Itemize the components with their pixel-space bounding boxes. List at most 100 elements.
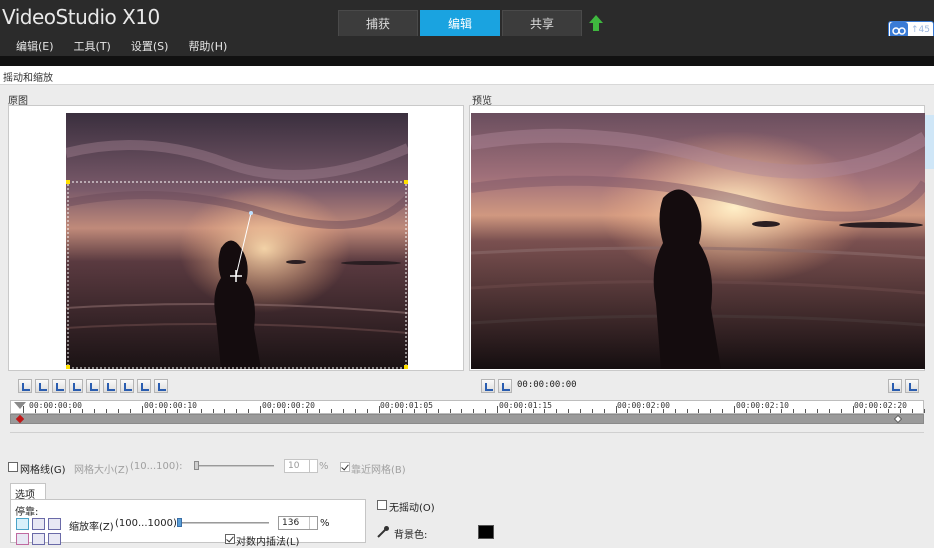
keyframe-track[interactable] <box>10 414 924 424</box>
ruler-tick <box>224 409 226 413</box>
next-keyframe-button[interactable] <box>154 379 168 393</box>
ruler-tick <box>651 409 653 413</box>
grid-checkbox[interactable] <box>8 462 18 472</box>
stop-position-tl[interactable] <box>16 518 29 530</box>
ruler-tick <box>129 409 131 413</box>
stop-position-ml[interactable] <box>16 533 29 545</box>
ruler-tick <box>923 409 925 413</box>
zoom-rate-slider[interactable] <box>177 522 269 524</box>
ruler-tick <box>425 409 427 413</box>
ruler-tick <box>342 409 344 413</box>
ruler-tick <box>212 409 214 413</box>
add-keyframe-button[interactable] <box>35 379 49 393</box>
ruler-tick <box>319 409 321 413</box>
menu-tools[interactable]: 工具(T) <box>74 38 111 54</box>
ruler-tick <box>449 409 451 413</box>
end-keyframe-marker[interactable] <box>893 414 903 424</box>
eyedropper-icon[interactable] <box>376 525 390 539</box>
grid-size-slider[interactable] <box>194 465 274 467</box>
ruler-tick <box>378 406 380 413</box>
ruler-tick <box>94 409 96 413</box>
menu-bar: 编辑(E) 工具(T) 设置(S) 帮助(H) <box>0 36 934 56</box>
ruler-tick <box>911 409 913 413</box>
grid-label: 网格线(G) <box>20 465 66 476</box>
preview-pane <box>469 105 925 371</box>
ruler-tick <box>864 409 866 413</box>
app-logo: VideoStudio X10 <box>2 5 160 29</box>
goto-start-button[interactable] <box>481 379 495 393</box>
ruler-tick <box>295 409 297 413</box>
stop-position-mc[interactable] <box>32 533 45 545</box>
ruler-tick <box>366 409 368 413</box>
ruler-tick <box>805 409 807 413</box>
ruler-tick <box>402 409 404 413</box>
tab-edit[interactable]: 编辑 <box>420 10 500 36</box>
ruler-tick <box>769 409 771 413</box>
goto-last-keyframe-button[interactable] <box>120 379 134 393</box>
ruler-label: 00:00:00:00 <box>29 401 82 410</box>
playback-controls-right <box>888 379 922 393</box>
ruler-tick <box>105 409 107 413</box>
ruler-tick <box>579 409 581 413</box>
goto-end-button[interactable] <box>905 379 919 393</box>
snap-to-grid-label: 靠近网格(B) <box>351 465 406 476</box>
ruler-tick <box>568 409 570 413</box>
ruler-tick <box>153 409 155 413</box>
ruler-tick <box>58 409 60 413</box>
play-button[interactable] <box>888 379 902 393</box>
ruler-tick <box>283 409 285 413</box>
tab-share[interactable]: 共享 <box>502 10 582 36</box>
stop-position-tr[interactable] <box>48 518 61 530</box>
timeline-ruler[interactable]: 00:00:00:00 00:00:00:10 00:00:00:20 00:0… <box>10 400 925 414</box>
tab-options[interactable]: 选项 <box>10 483 46 501</box>
ruler-tick <box>544 409 546 413</box>
ruler-tick <box>840 409 842 413</box>
grid-size-label: 网格大小(Z) <box>74 465 129 476</box>
ruler-tick <box>816 409 818 413</box>
prev-frame-button[interactable] <box>498 379 512 393</box>
goto-first-keyframe-button[interactable] <box>18 379 32 393</box>
playhead-marker[interactable] <box>14 402 26 409</box>
ruler-tick <box>437 409 439 413</box>
prev-keyframe-button[interactable] <box>137 379 151 393</box>
ruler-tick <box>710 409 712 413</box>
upload-arrow-icon[interactable] <box>588 14 604 32</box>
zoom-rate-range: (100...1000): <box>115 518 181 529</box>
ruler-tick <box>745 409 747 413</box>
move-right-button[interactable] <box>103 379 117 393</box>
start-keyframe-marker[interactable] <box>15 414 25 424</box>
preview-timecode: 00:00:00:00 <box>517 380 577 390</box>
menu-settings[interactable]: 设置(S) <box>131 38 169 54</box>
ruler-tick <box>627 409 629 413</box>
stop-position-mr[interactable] <box>48 533 61 545</box>
bg-color-label: 背景色: <box>394 530 428 541</box>
grid-size-slider-thumb[interactable] <box>194 461 199 470</box>
ruler-tick <box>165 409 167 413</box>
tab-capture[interactable]: 捕获 <box>338 10 418 36</box>
grid-size-input[interactable]: 10 <box>284 459 318 473</box>
menu-edit[interactable]: 编辑(E) <box>16 38 54 54</box>
ruler-tick <box>497 406 498 413</box>
reverse-keyframes-button[interactable] <box>69 379 83 393</box>
stop-position-tc[interactable] <box>32 518 45 530</box>
ruler-tick <box>82 409 84 413</box>
bg-color-swatch[interactable] <box>478 525 494 539</box>
zoom-rate-slider-thumb[interactable] <box>177 518 182 527</box>
ruler-tick <box>354 409 356 413</box>
side-scroll[interactable] <box>925 115 934 169</box>
options-panel: 停靠: 缩放率(Z) (100...1000): 136 % 对数内插法(L) <box>10 499 366 548</box>
ruler-tick <box>188 409 190 413</box>
remove-keyframe-button[interactable] <box>52 379 66 393</box>
zoom-rate-unit: % <box>320 518 330 529</box>
badge-count: ↑45 <box>911 25 930 35</box>
ruler-tick <box>662 409 664 413</box>
ruler-tick <box>520 409 522 413</box>
zoom-rate-input[interactable]: 136 <box>278 516 318 530</box>
ruler-tick <box>177 409 179 413</box>
snap-to-grid-checkbox[interactable] <box>340 462 350 472</box>
grid-size-value: 10 <box>288 461 300 471</box>
no-shake-checkbox[interactable] <box>377 500 387 510</box>
ruler-tick <box>390 409 392 413</box>
move-left-button[interactable] <box>86 379 100 393</box>
menu-help[interactable]: 帮助(H) <box>188 38 227 54</box>
